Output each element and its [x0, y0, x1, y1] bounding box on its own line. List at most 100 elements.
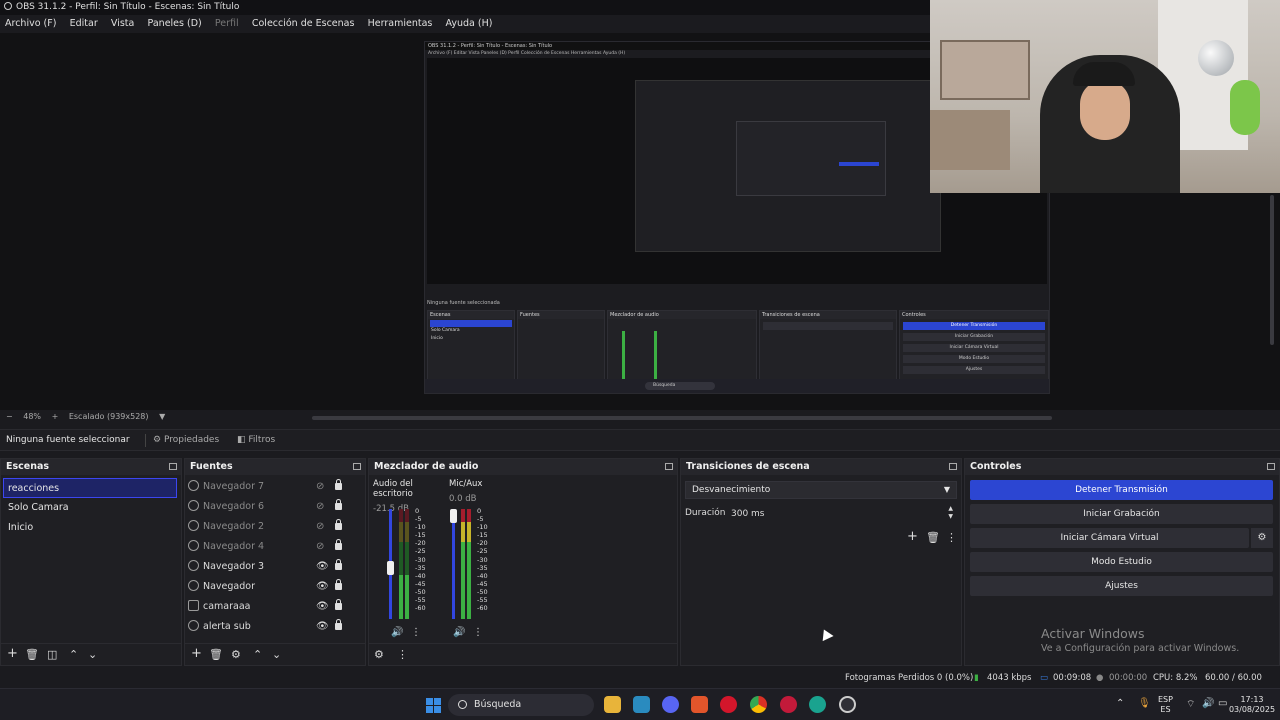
lock-icon[interactable]	[335, 539, 342, 550]
mixer-settings-icon[interactable]: ⚙	[374, 648, 384, 661]
start-recording-button[interactable]: Iniciar Grabación	[970, 504, 1273, 524]
preview-horizontal-scrollbar[interactable]	[312, 416, 1052, 420]
scene-item-inicio[interactable]: Inicio	[1, 518, 181, 538]
scene-item-reacciones[interactable]: reacciones	[3, 478, 177, 498]
add-transition-icon[interactable]: +	[907, 529, 918, 544]
settings-button[interactable]: Ajustes	[970, 576, 1273, 596]
obs-icon[interactable]	[839, 696, 856, 713]
microphone-icon[interactable]: 🎙	[1138, 698, 1151, 709]
trash-icon[interactable]: 🗑	[25, 648, 39, 661]
volume-knob[interactable]	[450, 509, 457, 523]
eye-icon[interactable]: 👁	[316, 577, 329, 597]
trash-icon[interactable]: 🗑	[209, 648, 223, 661]
menu-docks[interactable]: Paneles (D)	[143, 15, 207, 33]
menu-view[interactable]: Vista	[106, 15, 139, 33]
add-scene-icon[interactable]: +	[7, 646, 18, 661]
undock-icon[interactable]	[1267, 463, 1275, 470]
move-down-icon[interactable]: ⌄	[272, 648, 281, 661]
input-language[interactable]: ESP ES	[1158, 695, 1173, 715]
status-bar: Fotogramas Perdidos 0 (0.0%) ▮ 4043 kbps…	[0, 670, 1280, 699]
scaling-dropdown-icon[interactable]: ▼	[159, 412, 165, 421]
move-down-icon[interactable]: ⌄	[88, 648, 97, 661]
scene-filters-icon[interactable]: ◫	[47, 648, 57, 661]
add-source-icon[interactable]: +	[191, 646, 202, 661]
windows-start-icon[interactable]	[426, 698, 441, 713]
move-up-icon[interactable]: ⌃	[253, 648, 262, 661]
chrome-icon[interactable]	[750, 696, 767, 713]
taskbar-search[interactable]: Búsqueda	[448, 694, 594, 716]
transition-select[interactable]: Desvanecimiento ▼	[685, 481, 957, 499]
source-item[interactable]: Navegador 3 👁	[185, 557, 365, 577]
kebab-menu-icon[interactable]: ⋮	[473, 627, 483, 638]
studio-mode-button[interactable]: Modo Estudio	[970, 552, 1273, 572]
scenes-title: Escenas	[6, 461, 50, 472]
lock-icon[interactable]	[335, 599, 342, 610]
capcut-icon[interactable]	[633, 696, 650, 713]
undock-icon[interactable]	[353, 463, 361, 470]
mute-icon[interactable]: 🔊	[453, 627, 465, 638]
lock-icon[interactable]	[335, 579, 342, 590]
source-item[interactable]: Navegador 7 ⊘	[185, 477, 365, 497]
clock[interactable]: 17:13 03/08/2025	[1228, 695, 1276, 715]
mixer-channel-mic: Mic/Aux 0.0 dB 0 -5 -10 -15 -20 -25 -30 -35 -40-…	[449, 479, 527, 643]
brave-icon[interactable]	[691, 696, 708, 713]
source-item[interactable]: Navegador 👁	[185, 577, 365, 597]
stop-stream-button[interactable]: Detener Transmisión	[970, 480, 1273, 500]
opera-gx-icon[interactable]	[780, 696, 797, 713]
move-up-icon[interactable]: ⌃	[69, 648, 78, 661]
duration-input[interactable]: 300 ms ▲ ▼	[725, 505, 957, 523]
trash-icon[interactable]: 🗑	[926, 531, 940, 544]
lock-icon[interactable]	[335, 519, 342, 530]
undock-icon[interactable]	[949, 463, 957, 470]
eye-icon[interactable]: 👁	[316, 597, 329, 617]
eye-hidden-icon[interactable]: ⊘	[316, 497, 324, 517]
opera-icon[interactable]	[720, 696, 737, 713]
zoom-in-button[interactable]: +	[52, 412, 59, 421]
properties-button[interactable]: ⚙ Propiedades	[148, 433, 224, 448]
menu-edit[interactable]: Editar	[65, 15, 103, 33]
source-item[interactable]: camaraaa 👁	[185, 597, 365, 617]
kebab-menu-icon[interactable]: ⋮	[411, 627, 421, 638]
scene-item-solo-camara[interactable]: Solo Camara	[1, 498, 181, 518]
battery-icon[interactable]: ▭	[1218, 698, 1227, 709]
zoom-level: 48%	[23, 412, 42, 421]
eye-icon[interactable]: 👁	[316, 617, 329, 637]
eye-hidden-icon[interactable]: ⊘	[316, 517, 324, 537]
eye-hidden-icon[interactable]: ⊘	[316, 537, 324, 557]
lock-icon[interactable]	[335, 499, 342, 510]
source-item[interactable]: Navegador 6 ⊘	[185, 497, 365, 517]
volume-icon[interactable]: 🔊	[1202, 698, 1214, 709]
gear-icon[interactable]: ⚙	[1251, 528, 1273, 548]
kebab-menu-icon[interactable]: ⋮	[946, 531, 957, 544]
menu-tools[interactable]: Herramientas	[363, 15, 438, 33]
preview-vertical-scrollbar[interactable]	[1270, 195, 1274, 345]
gear-icon[interactable]: ⚙	[231, 648, 241, 661]
wifi-icon[interactable]: ⌔	[1186, 698, 1195, 711]
chevron-up-icon[interactable]: ⌃	[1116, 698, 1124, 709]
menu-file[interactable]: Archivo (F)	[0, 15, 61, 33]
lock-icon[interactable]	[335, 559, 342, 570]
source-item[interactable]: Navegador 2 ⊘	[185, 517, 365, 537]
volume-knob[interactable]	[387, 561, 394, 575]
menu-help[interactable]: Ayuda (H)	[441, 15, 498, 33]
eye-hidden-icon[interactable]: ⊘	[316, 477, 324, 497]
eye-icon[interactable]: 👁	[316, 557, 329, 577]
undock-icon[interactable]	[665, 463, 673, 470]
undock-icon[interactable]	[169, 463, 177, 470]
volume-slider[interactable]	[452, 509, 455, 619]
source-item[interactable]: Navegador 4 ⊘	[185, 537, 365, 557]
menu-profile[interactable]: Perfil	[210, 15, 244, 33]
discord-icon[interactable]	[662, 696, 679, 713]
lock-icon[interactable]	[335, 619, 342, 630]
virtual-camera-button[interactable]: Iniciar Cámara Virtual	[970, 528, 1249, 548]
menu-scene-collection[interactable]: Colección de Escenas	[247, 15, 360, 33]
source-item[interactable]: alerta sub 👁	[185, 617, 365, 637]
spinner-icon[interactable]: ▲ ▼	[948, 505, 953, 521]
filters-button[interactable]: ◧ Filtros	[232, 433, 280, 448]
lock-icon[interactable]	[335, 479, 342, 490]
kebab-menu-icon[interactable]: ⋮	[397, 648, 408, 661]
edge-icon[interactable]	[809, 696, 826, 713]
file-explorer-icon[interactable]	[604, 696, 621, 713]
mute-icon[interactable]: 🔊	[391, 627, 403, 638]
zoom-out-button[interactable]: −	[6, 412, 13, 421]
